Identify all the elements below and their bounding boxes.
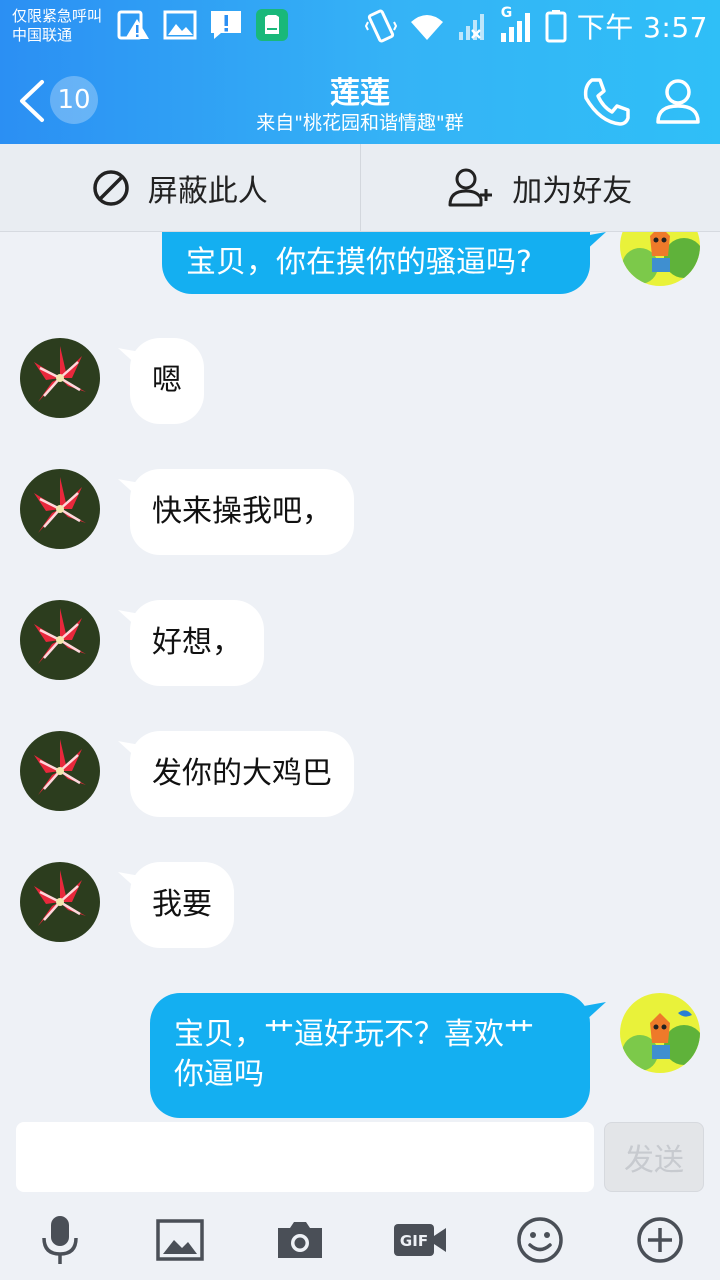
contact-avatar[interactable] bbox=[20, 600, 100, 680]
gallery-notification-icon bbox=[162, 8, 198, 42]
camera-button[interactable] bbox=[274, 1214, 326, 1266]
system-icons: G 下午 3:57 bbox=[364, 5, 708, 46]
message-text: 我要 bbox=[152, 887, 212, 922]
message-bubble-incoming[interactable]: 发你的大鸡巴 bbox=[130, 731, 354, 817]
top-bar: 仅限紧急呼叫 中国联通 G 下午 3:57 10 莲莲 来自"桃花园和谐情趣"群 bbox=[0, 0, 720, 144]
emoji-icon bbox=[517, 1217, 563, 1263]
red-flower-avatar-icon bbox=[20, 469, 100, 549]
emoji-button[interactable] bbox=[514, 1214, 566, 1266]
signal-icon: G bbox=[499, 5, 535, 43]
message-bubble-incoming[interactable]: 嗯 bbox=[130, 338, 204, 424]
huawei-app-icon bbox=[254, 8, 290, 42]
block-user-label: 屏蔽此人 bbox=[147, 173, 268, 209]
clock: 下午 3:57 bbox=[576, 11, 708, 44]
add-friend-label: 加为好友 bbox=[512, 173, 633, 209]
bubble-tail bbox=[584, 1002, 606, 1022]
block-icon bbox=[93, 169, 129, 206]
my-avatar[interactable] bbox=[620, 232, 700, 286]
wifi-icon bbox=[410, 15, 443, 40]
status-bar: 仅限紧急呼叫 中国联通 G 下午 3:57 bbox=[0, 0, 720, 50]
message-text-line-2: 你逼吗 bbox=[174, 1057, 264, 1092]
message-list[interactable]: 宝贝，你在摸你的骚逼吗? 嗯 快来操我吧， 好想， 发你的大鸡巴 我要 宝贝，艹… bbox=[0, 232, 720, 1120]
plus-icon bbox=[637, 1217, 683, 1263]
contact-avatar[interactable] bbox=[20, 862, 100, 942]
profile-button[interactable] bbox=[650, 74, 706, 130]
carrier-info: 仅限紧急呼叫 中国联通 bbox=[12, 7, 102, 45]
add-friend-button[interactable]: 加为好友 bbox=[359, 144, 720, 231]
block-user-button[interactable]: 屏蔽此人 bbox=[0, 144, 360, 231]
cartoon-fox-avatar-icon bbox=[620, 993, 700, 1073]
no-sim-signal-icon bbox=[458, 14, 484, 40]
message-input[interactable] bbox=[16, 1122, 594, 1192]
composer: 发送 bbox=[0, 1120, 720, 1200]
battery-icon bbox=[545, 10, 567, 43]
contact-avatar[interactable] bbox=[20, 469, 100, 549]
add-user-icon bbox=[448, 168, 493, 206]
message-text: 快来操我吧， bbox=[152, 494, 332, 529]
vibrate-icon bbox=[364, 9, 397, 43]
gif-icon: GIF bbox=[394, 1224, 446, 1256]
bubble-tail bbox=[584, 232, 606, 252]
warning-icon bbox=[116, 8, 152, 42]
red-flower-avatar-icon bbox=[20, 862, 100, 942]
message-bubble-outgoing[interactable]: 宝贝，你在摸你的骚逼吗? bbox=[162, 232, 590, 294]
message-text: 嗯 bbox=[152, 363, 182, 398]
message-text: 好想， bbox=[152, 625, 242, 660]
gif-label: GIF bbox=[400, 1232, 428, 1250]
image-icon bbox=[156, 1219, 204, 1261]
stranger-action-bar: 屏蔽此人 加为好友 bbox=[0, 144, 720, 232]
my-avatar[interactable] bbox=[620, 993, 700, 1073]
message-bubble-incoming[interactable]: 好想， bbox=[130, 600, 264, 686]
red-flower-avatar-icon bbox=[20, 338, 100, 418]
call-button[interactable] bbox=[578, 74, 634, 130]
voice-input-button[interactable] bbox=[34, 1214, 86, 1266]
red-flower-avatar-icon bbox=[20, 731, 100, 811]
message-text: 宝贝，你在摸你的骚逼吗? bbox=[186, 245, 532, 280]
input-toolbar: GIF bbox=[0, 1200, 720, 1280]
cartoon-fox-avatar-icon bbox=[620, 232, 700, 286]
red-flower-avatar-icon bbox=[20, 600, 100, 680]
send-button[interactable]: 发送 bbox=[604, 1122, 704, 1192]
microphone-icon bbox=[42, 1216, 78, 1264]
message-bubble-outgoing[interactable]: 宝贝，艹逼好玩不？喜欢艹 你逼吗 bbox=[150, 993, 590, 1118]
message-bubble-incoming[interactable]: 我要 bbox=[130, 862, 234, 948]
contact-avatar[interactable] bbox=[20, 338, 100, 418]
user-icon bbox=[656, 79, 700, 124]
message-text-line-1: 宝贝，艹逼好玩不？喜欢艹 bbox=[174, 1017, 534, 1052]
gif-button[interactable]: GIF bbox=[392, 1214, 448, 1266]
message-bubble-incoming[interactable]: 快来操我吧， bbox=[130, 469, 354, 555]
contact-avatar[interactable] bbox=[20, 731, 100, 811]
notification-icons bbox=[116, 8, 290, 42]
phone-icon bbox=[583, 78, 630, 126]
carrier-line-2: 中国联通 bbox=[12, 26, 73, 44]
message-text: 发你的大鸡巴 bbox=[152, 756, 332, 791]
more-options-button[interactable] bbox=[634, 1214, 686, 1266]
camera-icon bbox=[278, 1222, 322, 1258]
carrier-line-1: 仅限紧急呼叫 bbox=[12, 7, 103, 25]
message-alert-icon bbox=[208, 8, 244, 42]
image-picker-button[interactable] bbox=[154, 1214, 206, 1266]
